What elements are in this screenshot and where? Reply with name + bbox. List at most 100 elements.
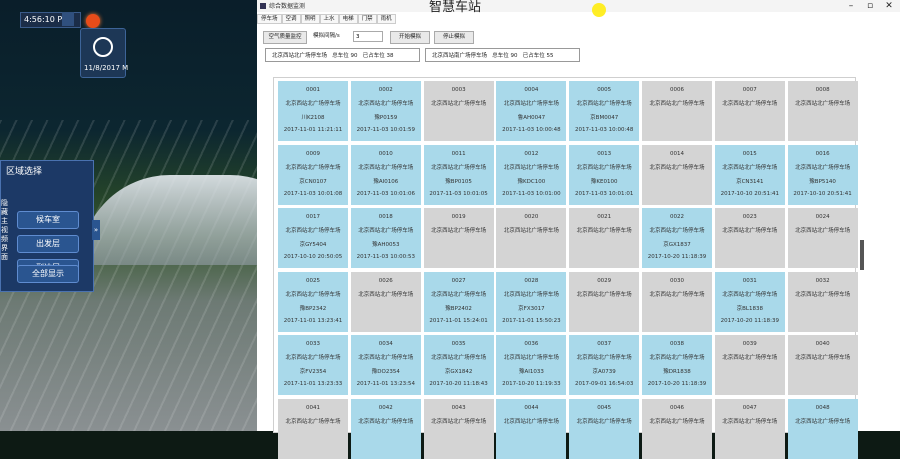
parking-space[interactable]: 0040 北京西站北广场停车场	[787, 335, 858, 395]
start-simulation-button[interactable]: 开始模拟	[390, 31, 430, 44]
lot-name: 北京西站北广场停车场	[503, 418, 559, 425]
lot-name: 北京西站北广场停车场	[431, 164, 487, 171]
parking-space[interactable]: 0039 北京西站北广场停车场	[714, 335, 785, 395]
plate-number: 豫DO2354	[371, 369, 400, 375]
parking-space[interactable]: 0013 北京西站北广场停车场 豫KE0100 2017-11-03 10:01:01	[569, 144, 640, 205]
parking-space[interactable]: 0035 北京西站北广场停车场 京GX1842 2017-10-20 11:18:43	[423, 335, 494, 395]
lot-name: 北京西站北广场停车场	[576, 101, 632, 107]
tab-parking[interactable]: 停车场	[257, 14, 282, 24]
parking-space[interactable]: 0009 北京西站北广场停车场 京CN0107 2017-11-03 10:01:08	[278, 144, 348, 205]
parking-space[interactable]: 0017 北京西站北广场停车场 京GY5404 2017-10-10 20:50:05	[278, 208, 348, 268]
lot-name: 北京西站北广场停车场	[285, 291, 341, 298]
region-button-waiting-room[interactable]: 候车室	[17, 211, 79, 229]
parking-space[interactable]: 0046 北京西站北广场停车场	[642, 398, 712, 459]
parking-space[interactable]: 0043 北京西站北广场停车场	[423, 398, 494, 459]
space-id: 0030	[670, 277, 684, 284]
parking-space[interactable]: 0012 北京西站北广场停车场 豫KDC100 2017-11-03 10:01:00	[496, 144, 567, 205]
parking-space[interactable]: 0003 北京西站北广场停车场	[423, 81, 494, 141]
parking-space[interactable]: 0047 北京西站北广场停车场	[714, 398, 785, 459]
parking-space[interactable]: 0007 北京西站北广场停车场	[714, 81, 785, 141]
lot-name: 北京西站北广场停车场	[503, 164, 559, 171]
space-id: 0017	[306, 214, 320, 220]
maximize-icon[interactable]: ▫	[861, 0, 879, 12]
parking-space[interactable]: 0045 北京西站北广场停车场	[569, 398, 640, 459]
interval-input[interactable]: 3	[353, 31, 383, 42]
entry-time: 2017-10-20 11:19:33	[502, 381, 561, 387]
parking-space[interactable]: 0044 北京西站北广场停车场	[496, 398, 567, 459]
parking-space[interactable]: 0034 北京西站北广场停车场 豫DO2354 2017-11-01 13:23:54	[350, 335, 421, 395]
region-button-show-all[interactable]: 全部显示	[17, 265, 79, 283]
parking-space[interactable]: 0004 北京西站北广场停车场 鲁AH0047 2017-11-03 10:00:48	[496, 81, 567, 141]
time-toggle-button[interactable]	[62, 12, 74, 26]
parking-space[interactable]: 0029 北京西站北广场停车场	[569, 271, 640, 332]
tab-lighting[interactable]: 照明	[300, 14, 320, 24]
parking-space[interactable]: 0005 北京西站北广场停车场 京BM0047 2017-11-03 10:00:48	[569, 81, 640, 141]
entry-time: 2017-11-01 15:24:01	[429, 317, 488, 324]
vertical-scrollbar[interactable]	[860, 240, 864, 270]
parking-space[interactable]: 0021 北京西站北广场停车场	[569, 208, 640, 268]
space-id: 0027	[451, 277, 466, 284]
parking-space[interactable]: 0048 北京西站北广场停车场	[787, 398, 858, 459]
parking-space[interactable]: 0016 北京西站北广场停车场 豫BP5140 2017-10-10 20:51:41	[787, 144, 858, 205]
space-id: 0047	[742, 404, 757, 411]
space-id: 0004	[524, 87, 539, 93]
parking-space[interactable]: 0001 北京西站北广场停车场 川K2108 2017-11-01 11:21:11	[278, 81, 348, 141]
parking-space[interactable]: 0008 北京西站北广场停车场	[787, 81, 858, 141]
plate-number: 豫BP2342	[299, 305, 327, 312]
tab-rain[interactable]: 雨机	[376, 14, 396, 24]
tab-elevator[interactable]: 电梯	[338, 14, 358, 24]
tab-access[interactable]: 门禁	[357, 14, 377, 24]
space-id: 0034	[378, 341, 393, 347]
entry-time: 2017-09-01 16:54:03	[574, 381, 634, 387]
air-quality-button[interactable]: 空气质量监控	[263, 31, 307, 44]
space-id: 0013	[597, 150, 612, 157]
parking-space[interactable]: 0006 北京西站北广场停车场	[642, 81, 712, 141]
occupied-label: 已占车位	[362, 53, 385, 59]
entry-time: 2017-11-03 10:01:06	[356, 190, 415, 197]
parking-space[interactable]: 0037 北京西站北广场停车场 京A0739 2017-09-01 16:54:03	[569, 335, 640, 395]
parking-space[interactable]: 0010 北京西站北广场停车场 豫AI0106 2017-11-03 10:01:06	[350, 144, 421, 205]
plate-number: 豫KE0100	[590, 178, 618, 185]
lot-name: 北京西站北广场停车场	[795, 101, 851, 107]
stop-simulation-button[interactable]: 停止模拟	[434, 31, 474, 44]
parking-space[interactable]: 0031 北京西站北广场停车场 京BL1838 2017-10-20 11:18:39	[714, 271, 785, 332]
parking-space[interactable]: 0014 北京西站北广场停车场	[642, 144, 712, 205]
parking-space[interactable]: 0025 北京西站北广场停车场 豫BP2342 2017-11-01 13:23:41	[278, 271, 348, 332]
lot-name: 北京西站北广场停车场	[285, 164, 341, 171]
parking-space[interactable]: 0023 北京西站北广场停车场	[714, 208, 785, 268]
lot-name: 北京西站北广场停车场	[358, 228, 414, 234]
close-icon[interactable]: ✕	[880, 0, 898, 12]
plate-number: 京CN0107	[299, 178, 327, 185]
parking-space[interactable]: 0042 北京西站北广场停车场	[350, 398, 421, 459]
plate-number: 京BM0047	[590, 115, 619, 121]
parking-space[interactable]: 0032 北京西站北广场停车场	[787, 271, 858, 332]
parking-space[interactable]: 0018 北京西站北广场停车场 豫AH0053 2017-11-03 10:00:53	[350, 208, 421, 268]
parking-space[interactable]: 0030 北京西站北广场停车场	[642, 271, 712, 332]
tab-water[interactable]: 上水	[319, 14, 339, 24]
parking-space[interactable]: 0041 北京西站北广场停车场	[278, 398, 348, 459]
tab-air-conditioning[interactable]: 空调	[281, 14, 301, 24]
parking-space[interactable]: 0002 北京西站北广场停车场 豫P0159 2017-11-03 10:01:59	[350, 81, 421, 141]
parking-space[interactable]: 0036 北京西站北广场停车场 豫AI1033 2017-10-20 11:19:33	[496, 335, 567, 395]
parking-space[interactable]: 0033 北京西站北广场停车场 京FV2354 2017-11-01 13:23:33	[278, 335, 348, 395]
parking-space[interactable]: 0028 北京西站北广场停车场 京FX3017 2017-11-01 15:50:23	[496, 271, 567, 332]
parking-space[interactable]: 0019 北京西站北广场停车场	[423, 208, 494, 268]
parking-space[interactable]: 0026 北京西站北广场停车场	[350, 271, 421, 332]
parking-space[interactable]: 0020 北京西站北广场停车场	[496, 208, 567, 268]
parking-space[interactable]: 0011 北京西站北广场停车场 豫BP0105 2017-11-03 10:01:05	[423, 144, 494, 205]
lot-name: 北京西站北广场停车场	[285, 418, 341, 425]
lot-name: 北京西站北广场停车场	[722, 101, 778, 107]
space-id: 0006	[670, 87, 684, 93]
region-button-departure[interactable]: 出发层	[17, 235, 79, 253]
hide-main-video-label[interactable]: 隐藏主视频界面	[1, 199, 11, 262]
parking-space[interactable]: 0024 北京西站北广场停车场	[787, 208, 858, 268]
lot-name: 北京西站北广场停车场	[649, 355, 705, 361]
minimize-icon[interactable]: –	[842, 0, 860, 12]
space-id: 0003	[451, 87, 466, 93]
parking-space[interactable]: 0022 北京西站北广场停车场 京GX1837 2017-10-20 11:18:39	[642, 208, 712, 268]
parking-space[interactable]: 0027 北京西站北广场停车场 豫BP2402 2017-11-01 15:24:01	[423, 271, 494, 332]
lot-name: 北京西站北广场停车场	[503, 291, 559, 298]
parking-space[interactable]: 0015 北京西站北广场停车场 京CN3141 2017-10-10 20:51:41	[714, 144, 785, 205]
panel-collapse-tab[interactable]: »	[92, 220, 100, 240]
parking-space[interactable]: 0038 北京西站北广场停车场 豫DR1838 2017-10-20 11:18:39	[642, 335, 712, 395]
